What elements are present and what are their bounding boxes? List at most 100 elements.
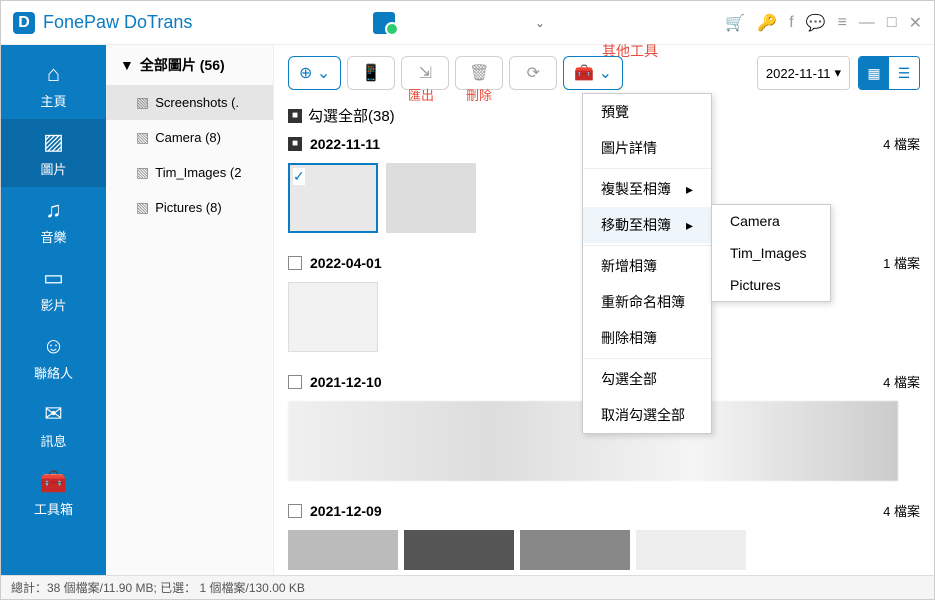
checkbox-icon[interactable] [288,256,302,270]
album-header-label: 全部圖片 (56) [140,55,225,75]
device-icon[interactable] [373,12,395,34]
group-date: 2021-12-10 [310,374,382,390]
album-header[interactable]: ▼ 全部圖片 (56) [106,45,273,85]
nav-label: 音樂 [40,227,66,246]
group-count: 4 檔案 [883,134,920,153]
tools-menu: 預覽 圖片詳情 複製至相簿▸ 移動至相簿▸ Camera Tim_Images … [582,93,712,434]
group-count: 4 檔案 [883,372,920,391]
chevron-right-icon: ▸ [686,181,693,198]
nav-toolbox[interactable]: 🧰 工具箱 [1,459,106,527]
list-view-button[interactable]: ☰ [889,57,919,89]
menu-preview[interactable]: 預覽 [583,94,711,130]
checkbox-icon[interactable]: ■ [288,137,302,151]
home-icon: ⌂ [47,61,60,87]
album-icon: ▧ [136,164,149,181]
select-all-label: 勾選全部(38) [308,105,395,126]
album-label: Screenshots (. [155,95,239,110]
checkbox-icon[interactable] [288,504,302,518]
album-icon: ▧ [136,199,149,216]
move-to-submenu: Camera Tim_Images Pictures [711,204,831,302]
cart-icon[interactable]: 🛒 [725,13,745,33]
album-item-camera[interactable]: ▧ Camera (8) [106,120,273,155]
date-filter-dropdown[interactable]: 2022-11-11▾ [757,56,850,90]
photo-thumbnail[interactable]: ✓ [288,163,378,233]
message-icon: ✉ [44,401,62,427]
album-item-screenshots[interactable]: ▧ Screenshots (. [106,85,273,120]
menu-deselect-all[interactable]: 取消勾選全部 [583,397,711,433]
app-title: FonePaw DoTrans [43,12,192,33]
album-item-tim[interactable]: ▧ Tim_Images (2 [106,155,273,190]
photo-thumbnail[interactable] [288,282,378,352]
nav-label: 工具箱 [34,499,73,518]
photo-thumbnail[interactable] [636,530,746,570]
menu-delete-album[interactable]: 刪除相簿 [583,320,711,356]
photo-thumbnail[interactable] [386,163,476,233]
check-icon: ✓ [293,168,305,185]
toolbox-icon: 🧰 [40,469,67,495]
app-logo-icon: D [13,12,35,34]
submenu-camera[interactable]: Camera [712,205,830,237]
nav-home[interactable]: ⌂ 主頁 [1,51,106,119]
grid-view-button[interactable]: ▦ [859,57,889,89]
menu-new-album[interactable]: 新增相簿 [583,248,711,284]
nav-label: 圖片 [40,159,66,178]
status-bar: 總計：38 個檔案/11.90 MB; 已選： 1 個檔案/130.00 KB [1,575,934,599]
contacts-icon: ☺ [42,333,64,359]
minimize-icon[interactable]: — [859,14,875,32]
sidebar: ⌂ 主頁 ▨ 圖片 ♫音樂 ▭ 影片 ☺ 聯絡人 ✉訊息 🧰 工具箱 [1,45,106,575]
checkbox-icon[interactable] [288,375,302,389]
album-icon: ▧ [136,129,149,146]
triangle-down-icon: ▼ [120,57,134,73]
annotation-export: 匯出 [408,85,434,104]
photo-thumbnail[interactable] [288,530,398,570]
photo-thumbnail[interactable] [404,530,514,570]
date-value: 2022-11-11 [766,66,831,81]
group-count: 1 檔案 [883,253,920,272]
device-dropdown-icon[interactable]: ⌄ [535,16,545,30]
date-group: 2021-12-09 4 檔案 [288,497,920,575]
checkbox-icon[interactable]: ■ [288,109,302,123]
menu-copy-to[interactable]: 複製至相簿▸ [583,171,711,207]
refresh-button[interactable]: ⟳ [509,56,557,90]
menu-details[interactable]: 圖片詳情 [583,130,711,166]
nav-video[interactable]: ▭ 影片 [1,255,106,323]
nav-label: 影片 [40,295,66,314]
group-date: 2021-12-09 [310,503,382,519]
album-icon: ▧ [136,94,149,111]
feedback-icon[interactable]: 💬 [806,13,826,33]
nav-label: 主頁 [40,91,66,110]
album-label: Camera (8) [155,130,221,145]
menu-move-to[interactable]: 移動至相簿▸ Camera Tim_Images Pictures [583,207,711,243]
video-icon: ▭ [43,265,64,291]
nav-photos[interactable]: ▨ 圖片 [1,119,106,187]
submenu-tim[interactable]: Tim_Images [712,237,830,269]
add-button[interactable]: ⊕ ⌄ [288,56,341,90]
to-device-button[interactable]: 📱 [347,56,395,90]
content-area: 其他工具 ⊕ ⌄ 📱 ⇲ 🗑 ⟳ 🧰 ⌄ 匯出 刪除 2022-11-11▾ ▦… [274,45,934,575]
tools-button[interactable]: 🧰 ⌄ [563,56,623,90]
status-text: 總計：38 個檔案/11.90 MB; 已選： 1 個檔案/130.00 KB [11,579,305,596]
album-item-pictures[interactable]: ▧Pictures (8) [106,190,273,225]
facebook-icon[interactable]: f [789,14,793,32]
album-panel: ▼ 全部圖片 (56) ▧ Screenshots (. ▧ Camera (8) ▧… [106,45,274,575]
nav-contacts[interactable]: ☺ 聯絡人 [1,323,106,391]
submenu-pictures[interactable]: Pictures [712,269,830,301]
album-label: Tim_Images (2 [155,165,241,180]
triangle-down-icon: ▾ [834,65,841,81]
nav-messages[interactable]: ✉訊息 [1,391,106,459]
menu-select-all[interactable]: 勾選全部 [583,361,711,397]
group-header[interactable]: 2021-12-09 4 檔案 [288,497,920,524]
close-icon[interactable]: ✕ [909,13,922,33]
photo-icon: ▨ [43,129,64,155]
menu-rename-album[interactable]: 重新命名相簿 [583,284,711,320]
group-date: 2022-04-01 [310,255,382,271]
nav-music[interactable]: ♫音樂 [1,187,106,255]
key-icon[interactable]: 🔑 [757,13,777,33]
nav-label: 聯絡人 [34,363,73,382]
maximize-icon[interactable]: □ [887,14,897,32]
title-bar: D FonePaw DoTrans ⌄ 🛒 🔑 f 💬 ≡ — □ ✕ [1,1,934,45]
photo-thumbnail[interactable] [520,530,630,570]
group-date: 2022-11-11 [310,136,380,152]
menu-icon[interactable]: ≡ [838,14,847,32]
group-count: 4 檔案 [883,501,920,520]
